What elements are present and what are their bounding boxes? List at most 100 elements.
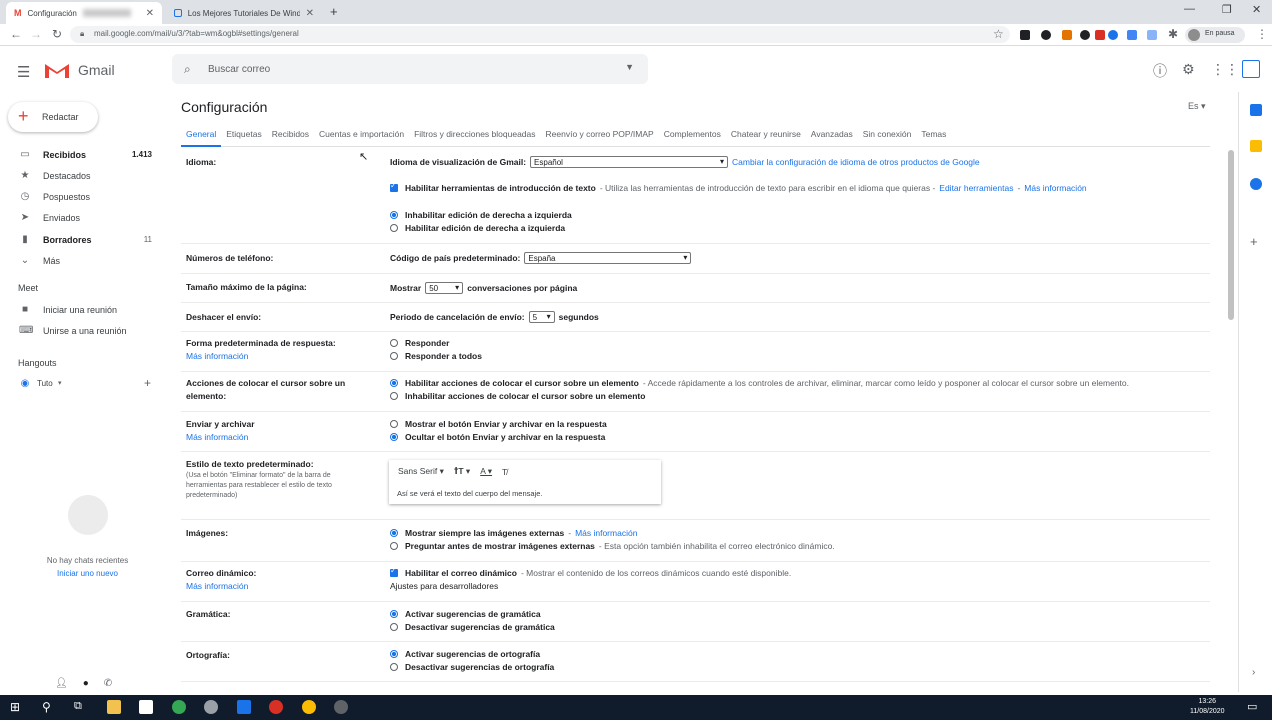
- chevron-right-icon[interactable]: ›: [1252, 667, 1255, 678]
- forward-icon[interactable]: →: [30, 27, 42, 41]
- search-icon[interactable]: ⚲: [42, 700, 51, 714]
- extension-icon[interactable]: [1127, 30, 1137, 40]
- search-input[interactable]: Buscar correo: [208, 64, 270, 75]
- app-icon[interactable]: [204, 700, 218, 714]
- close-window-icon[interactable]: ✕: [1252, 3, 1261, 16]
- scrollbar-thumb[interactable]: [1228, 150, 1234, 320]
- add-addon-icon[interactable]: +: [1250, 234, 1258, 249]
- dynamic-email-option[interactable]: Habilitar el correo dinámico - Mostrar e…: [390, 566, 791, 578]
- radio-selected[interactable]: [390, 433, 398, 441]
- browser-tab-gmail[interactable]: M Configuración ✕: [6, 2, 162, 24]
- account-avatar[interactable]: [1242, 60, 1260, 78]
- store-icon[interactable]: [139, 700, 153, 714]
- opera-icon[interactable]: [269, 700, 283, 714]
- help-icon[interactable]: ⓘ: [1153, 61, 1167, 81]
- extension-icon[interactable]: [1062, 30, 1072, 40]
- extension-icon[interactable]: [1080, 30, 1090, 40]
- show-send-archive-option[interactable]: Mostrar el botón Enviar y archivar en la…: [390, 419, 607, 429]
- grammar-off-option[interactable]: Desactivar sugerencias de gramática: [390, 622, 555, 632]
- input-tools-checkbox[interactable]: [390, 181, 398, 192]
- more-info-link[interactable]: Más información: [1024, 183, 1086, 193]
- developer-settings-link[interactable]: Ajustes para desarrolladores: [390, 581, 498, 591]
- text-color-icon[interactable]: A ▾: [480, 466, 492, 477]
- keep-icon[interactable]: [1250, 140, 1262, 152]
- taskbar-clock[interactable]: 13:26 11/08/2020: [1190, 697, 1225, 717]
- gmail-logo-icon[interactable]: [44, 61, 70, 79]
- rtl-off-option[interactable]: Inhabilitar edición de derecha a izquier…: [390, 210, 572, 220]
- more-info-link[interactable]: Más información: [186, 432, 248, 442]
- search-bar[interactable]: ⌕ Buscar correo ▼: [172, 54, 648, 84]
- hover-enable-option[interactable]: Habilitar acciones de colocar el cursor …: [390, 378, 1129, 388]
- tab-labels[interactable]: Etiquetas: [221, 127, 266, 147]
- hangouts-icon[interactable]: ●: [83, 678, 89, 689]
- radio-unselected[interactable]: [390, 542, 398, 550]
- extension-icon[interactable]: [1147, 30, 1157, 40]
- radio-unselected[interactable]: [390, 623, 398, 631]
- font-family-select[interactable]: Sans Serif ▾: [398, 466, 444, 477]
- rtl-on-option[interactable]: Habilitar edición de derecha a izquierda: [390, 223, 565, 233]
- bookmark-star-icon[interactable]: ☆: [993, 27, 1004, 41]
- tab-forwarding[interactable]: Reenvío y correo POP/IMAP: [541, 127, 659, 147]
- tab-general[interactable]: General: [181, 127, 222, 147]
- meet-join-meeting[interactable]: ⌨ Unirse a una reunión: [0, 321, 160, 341]
- radio-unselected[interactable]: [390, 352, 398, 360]
- close-tab-icon[interactable]: ✕: [306, 8, 314, 19]
- back-icon[interactable]: ←: [10, 27, 22, 41]
- tab-advanced[interactable]: Avanzadas: [806, 127, 858, 147]
- extension-icon[interactable]: [1095, 30, 1105, 40]
- font-size-icon[interactable]: ꝉT ▾: [454, 466, 470, 477]
- add-icon[interactable]: +: [144, 376, 151, 390]
- search-icon[interactable]: ⌕: [184, 62, 191, 77]
- radio-unselected[interactable]: [390, 392, 398, 400]
- display-language-select[interactable]: Español: [530, 156, 729, 168]
- chrome-icon[interactable]: [302, 700, 316, 714]
- tab-themes[interactable]: Temas: [916, 127, 951, 147]
- remove-formatting-icon[interactable]: T̸: [502, 467, 507, 477]
- radio-selected[interactable]: [390, 211, 398, 219]
- input-language-selector[interactable]: Es ▾: [1188, 101, 1206, 112]
- tab-chat[interactable]: Chatear y reunirse: [726, 127, 806, 147]
- extensions-puzzle-icon[interactable]: ✱: [1168, 27, 1178, 41]
- main-menu-icon[interactable]: ☰: [17, 63, 30, 81]
- tab-addons[interactable]: Complementos: [659, 127, 726, 147]
- reload-icon[interactable]: ↻: [52, 27, 62, 41]
- tab-filters[interactable]: Filtros y direcciones bloqueadas: [409, 127, 540, 147]
- hangouts-user[interactable]: ◉ Tuto ▾ +: [0, 374, 160, 394]
- close-tab-icon[interactable]: ✕: [146, 8, 154, 19]
- compose-button[interactable]: + Redactar: [8, 102, 98, 132]
- sidebar-item-sent[interactable]: ➤ Enviados: [0, 208, 160, 228]
- task-view-icon[interactable]: ⧉: [74, 700, 82, 713]
- tab-inbox[interactable]: Recibidos: [267, 127, 314, 147]
- hide-send-archive-option[interactable]: Ocultar el botón Enviar y archivar en la…: [390, 432, 605, 442]
- text-style-editor[interactable]: Sans Serif ▾ ꝉT ▾ A ▾ T̸ Así se verá el …: [389, 460, 661, 504]
- more-info-link[interactable]: Más información: [575, 528, 637, 538]
- radio-selected[interactable]: [390, 379, 398, 387]
- radio-unselected[interactable]: [390, 339, 398, 347]
- sidebar-item-starred[interactable]: ★ Destacados: [0, 166, 160, 186]
- radio-selected[interactable]: [390, 650, 398, 658]
- profile-button[interactable]: En pausa: [1185, 27, 1245, 43]
- undo-period-select[interactable]: 5: [528, 311, 555, 323]
- chevron-down-icon[interactable]: ▾: [58, 379, 62, 387]
- edit-tools-link[interactable]: Editar herramientas: [939, 183, 1013, 193]
- images-ask-option[interactable]: Preguntar antes de mostrar imágenes exte…: [390, 541, 835, 551]
- restore-icon[interactable]: ❐: [1222, 3, 1232, 16]
- sidebar-item-more[interactable]: ⌄ Más: [0, 251, 160, 271]
- phone-icon[interactable]: ✆: [104, 678, 112, 689]
- app-icon[interactable]: [237, 700, 251, 714]
- apps-grid-icon[interactable]: ⋮⋮: [1211, 61, 1239, 78]
- images-always-option[interactable]: Mostrar siempre las imágenes externas - …: [390, 528, 637, 538]
- page-size-select[interactable]: 50: [425, 282, 464, 294]
- reply-option[interactable]: Responder: [390, 338, 449, 348]
- minimize-icon[interactable]: —: [1184, 3, 1195, 15]
- search-options-icon[interactable]: ▼: [625, 62, 634, 72]
- sidebar-item-drafts[interactable]: ▮ Borradores 11: [0, 230, 160, 250]
- person-icon[interactable]: 👤︎: [55, 678, 68, 689]
- radio-unselected[interactable]: [390, 663, 398, 671]
- country-code-select[interactable]: España: [524, 252, 692, 264]
- spelling-on-option[interactable]: Activar sugerencias de ortografía: [390, 649, 540, 659]
- menu-dots-icon[interactable]: ⋮: [1256, 27, 1268, 41]
- other-products-language-link[interactable]: Cambiar la configuración de idioma de ot…: [732, 157, 980, 167]
- radio-selected[interactable]: [390, 610, 398, 618]
- gear-icon[interactable]: ⚙: [1182, 61, 1195, 78]
